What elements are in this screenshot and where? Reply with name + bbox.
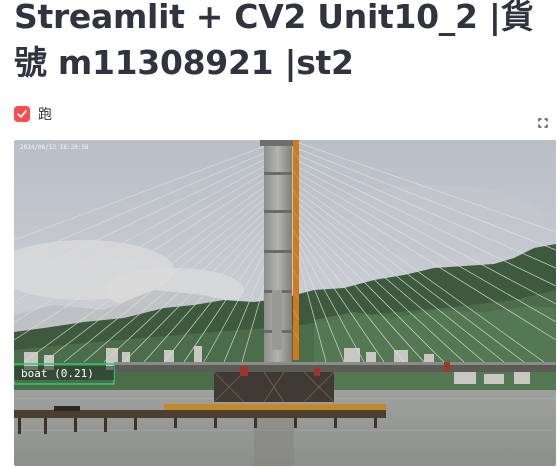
- streamlit-app: Streamlit + CV2 Unit10_2 |貨號 m11308921 |…: [0, 0, 557, 468]
- fullscreen-button[interactable]: [532, 112, 554, 134]
- detection-label: boat (0.21): [21, 367, 94, 380]
- checkbox-checked-icon[interactable]: [14, 106, 30, 122]
- timestamp-overlay: 2024/06/12 16:20:58: [20, 144, 89, 151]
- run-checkbox-label: 跑: [38, 107, 52, 123]
- video-frame-image: 2024/06/12 16:20:58 boat (0.21): [14, 140, 556, 466]
- fullscreen-icon: [537, 114, 549, 133]
- page-title: Streamlit + CV2 Unit10_2 |貨號 m11308921 |…: [14, 0, 534, 82]
- run-checkbox[interactable]: 跑: [14, 104, 52, 124]
